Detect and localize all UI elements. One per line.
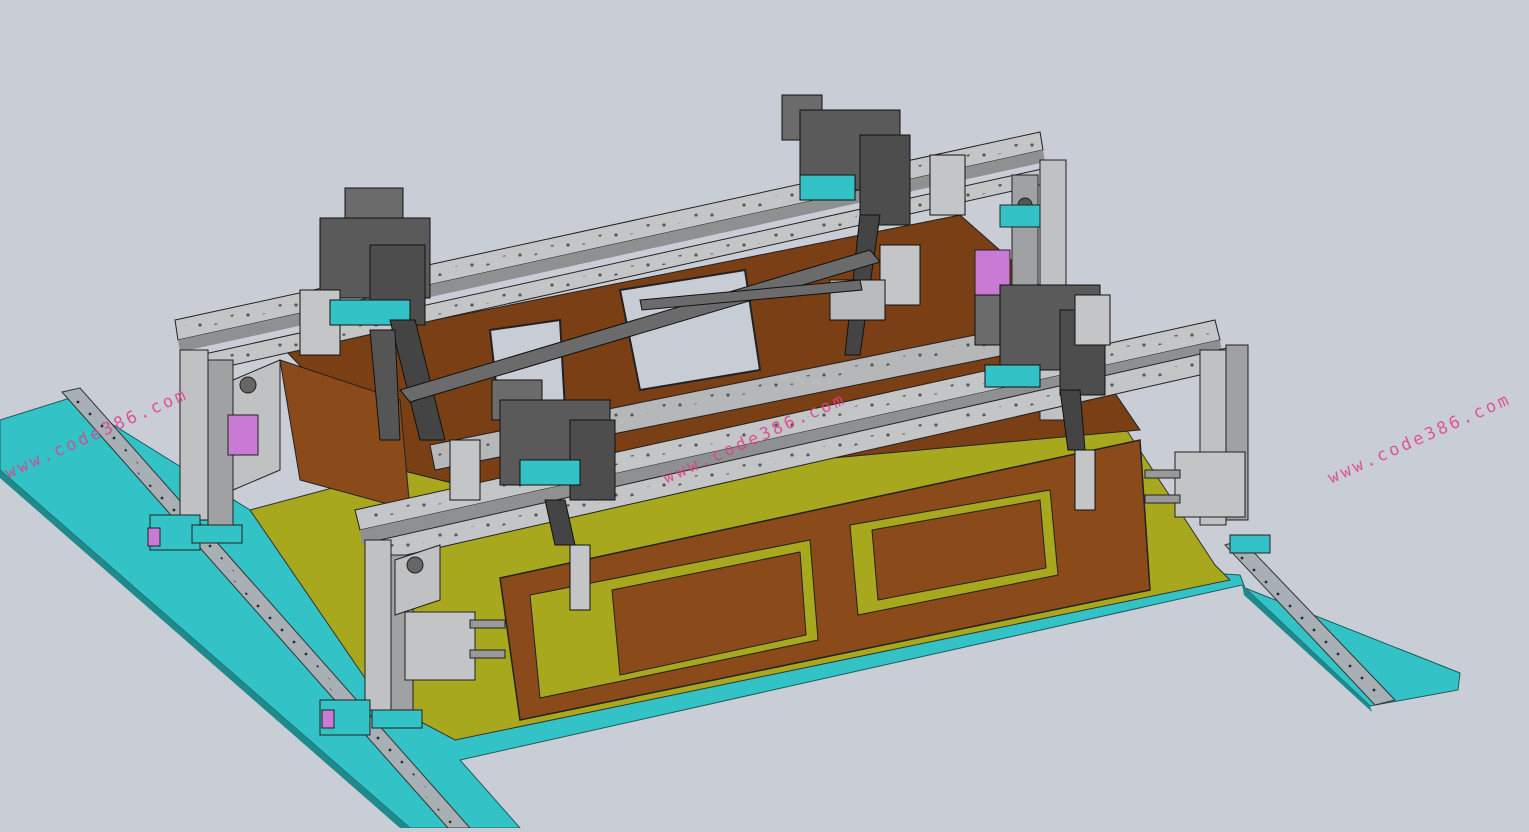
assembly-model	[0, 94, 1461, 829]
cad-viewport[interactable]: www.code386.com www.code386.com www.code…	[0, 0, 1529, 829]
right-linear-rail	[1224, 539, 1396, 706]
back-left-legs	[179, 349, 281, 526]
